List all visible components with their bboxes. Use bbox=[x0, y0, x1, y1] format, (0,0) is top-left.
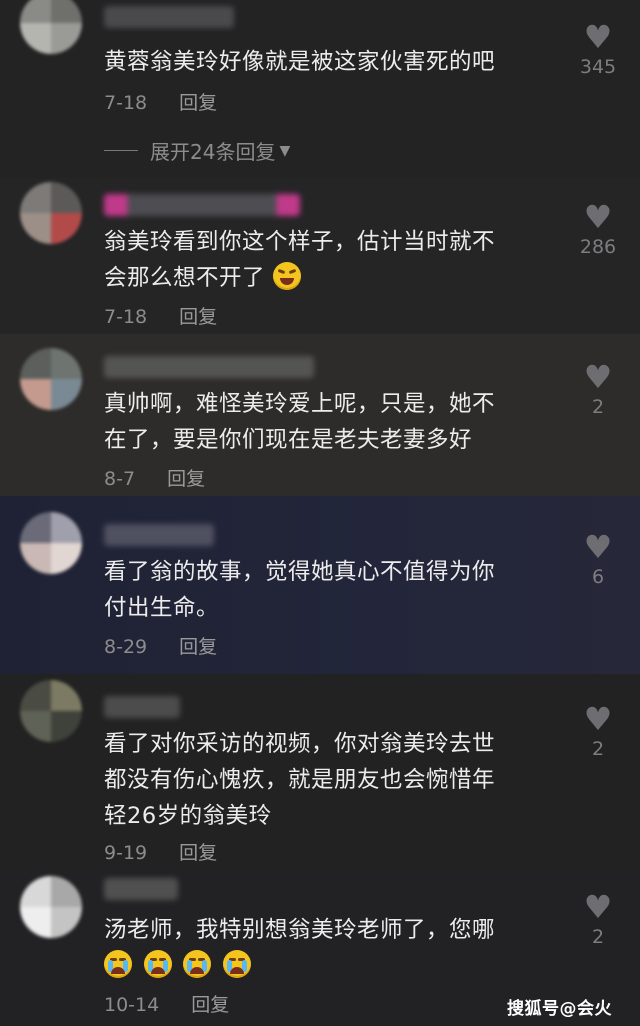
avatar[interactable] bbox=[20, 348, 82, 410]
username-blurred[interactable] bbox=[104, 6, 234, 28]
comment-item: 翁美玲看到你这个样子，估计当时就不 会那么想不开了 7-18 回复 ♥ 286 bbox=[0, 178, 640, 334]
comment-date: 9-19 bbox=[104, 842, 148, 864]
like-button[interactable]: ♥ 345 bbox=[572, 18, 624, 78]
like-count: 6 bbox=[591, 566, 605, 588]
reply-button[interactable]: 回复 bbox=[191, 994, 229, 1016]
avatar[interactable] bbox=[20, 0, 82, 54]
crying-emoji bbox=[183, 950, 212, 978]
username-blurred[interactable] bbox=[104, 524, 214, 546]
comment-meta: 7-18 回复 bbox=[104, 302, 217, 329]
crying-emoji bbox=[104, 950, 132, 978]
like-button[interactable]: ♥ 6 bbox=[572, 528, 624, 588]
comment-meta: 8-29 回复 bbox=[104, 632, 217, 659]
like-count: 2 bbox=[591, 396, 605, 418]
laughing-tears-emoji bbox=[272, 262, 301, 290]
caret-down-icon: ▼ bbox=[279, 142, 291, 159]
heart-icon: ♥ bbox=[583, 888, 613, 926]
like-button[interactable]: ♥ 2 bbox=[572, 888, 624, 948]
reply-button[interactable]: 回复 bbox=[179, 636, 217, 658]
comment-meta: 7-18 回复 bbox=[104, 88, 217, 115]
comment-item: 黄蓉翁美玲好像就是被这家伙害死的吧 7-18 回复 展开24条回复 ▼ ♥ 34… bbox=[0, 0, 640, 178]
avatar[interactable] bbox=[20, 680, 82, 742]
like-count: 2 bbox=[591, 926, 605, 948]
reply-button[interactable]: 回复 bbox=[179, 842, 217, 864]
heart-icon: ♥ bbox=[583, 18, 613, 56]
like-count: 2 bbox=[591, 738, 605, 760]
watermark: 搜狐号@会火 bbox=[507, 999, 612, 1019]
comment-date: 8-7 bbox=[104, 468, 136, 490]
like-count: 286 bbox=[579, 236, 617, 258]
username-blurred[interactable] bbox=[104, 356, 314, 378]
expand-replies-button[interactable]: 展开24条回复 ▼ bbox=[104, 136, 290, 165]
avatar[interactable] bbox=[20, 512, 82, 574]
comment-date: 7-18 bbox=[104, 306, 148, 328]
crying-emoji bbox=[143, 950, 172, 978]
comment-text: 黄蓉翁美玲好像就是被这家伙害死的吧 bbox=[104, 49, 496, 75]
avatar[interactable] bbox=[20, 182, 82, 244]
heart-icon: ♥ bbox=[583, 528, 613, 566]
comment-date: 8-29 bbox=[104, 636, 148, 658]
comment-meta: 9-19 回复 bbox=[104, 838, 217, 865]
comment-item: 看了对你采访的视频，你对翁美玲去世 都没有伤心愧疚，就是朋友也会惋惜年 轻26岁… bbox=[0, 674, 640, 870]
like-count: 345 bbox=[579, 56, 617, 78]
reply-button[interactable]: 回复 bbox=[179, 306, 217, 328]
comment-text: 汤老师，我特别想翁美玲老师了，您哪 bbox=[104, 912, 554, 984]
username-blurred[interactable] bbox=[104, 696, 180, 718]
comment-text: 真帅啊，难怪美玲爱上呢，只是，她不 在了，要是你们现在是老夫老妻多好 bbox=[104, 391, 496, 453]
comment-text: 翁美玲看到你这个样子，估计当时就不 会那么想不开了 bbox=[104, 229, 496, 291]
comment-date: 10-14 bbox=[104, 994, 160, 1016]
username-blurred[interactable] bbox=[104, 878, 178, 900]
comment-meta: 10-14 回复 bbox=[104, 990, 229, 1017]
heart-icon: ♥ bbox=[583, 198, 613, 236]
heart-icon: ♥ bbox=[583, 700, 613, 738]
crying-emoji bbox=[222, 950, 251, 978]
reply-button[interactable]: 回复 bbox=[167, 468, 205, 490]
expand-replies-label: 展开24条回复 bbox=[150, 140, 276, 164]
comment-meta: 8-7 回复 bbox=[104, 464, 205, 491]
comment-text: 看了翁的故事，觉得她真心不值得为你 付出生命。 bbox=[104, 559, 496, 621]
comment-date: 7-18 bbox=[104, 92, 148, 114]
divider-line bbox=[104, 150, 138, 151]
like-button[interactable]: ♥ 286 bbox=[572, 198, 624, 258]
username-blurred[interactable] bbox=[104, 194, 300, 216]
reply-button[interactable]: 回复 bbox=[179, 92, 217, 114]
avatar[interactable] bbox=[20, 876, 82, 938]
comment-item: 看了翁的故事，觉得她真心不值得为你 付出生命。 8-29 回复 ♥ 6 bbox=[0, 496, 640, 674]
like-button[interactable]: ♥ 2 bbox=[572, 358, 624, 418]
like-button[interactable]: ♥ 2 bbox=[572, 700, 624, 760]
comment-text: 看了对你采访的视频，你对翁美玲去世 都没有伤心愧疚，就是朋友也会惋惜年 轻26岁… bbox=[104, 731, 496, 829]
comment-item: 真帅啊，难怪美玲爱上呢，只是，她不 在了，要是你们现在是老夫老妻多好 8-7 回… bbox=[0, 334, 640, 496]
heart-icon: ♥ bbox=[583, 358, 613, 396]
